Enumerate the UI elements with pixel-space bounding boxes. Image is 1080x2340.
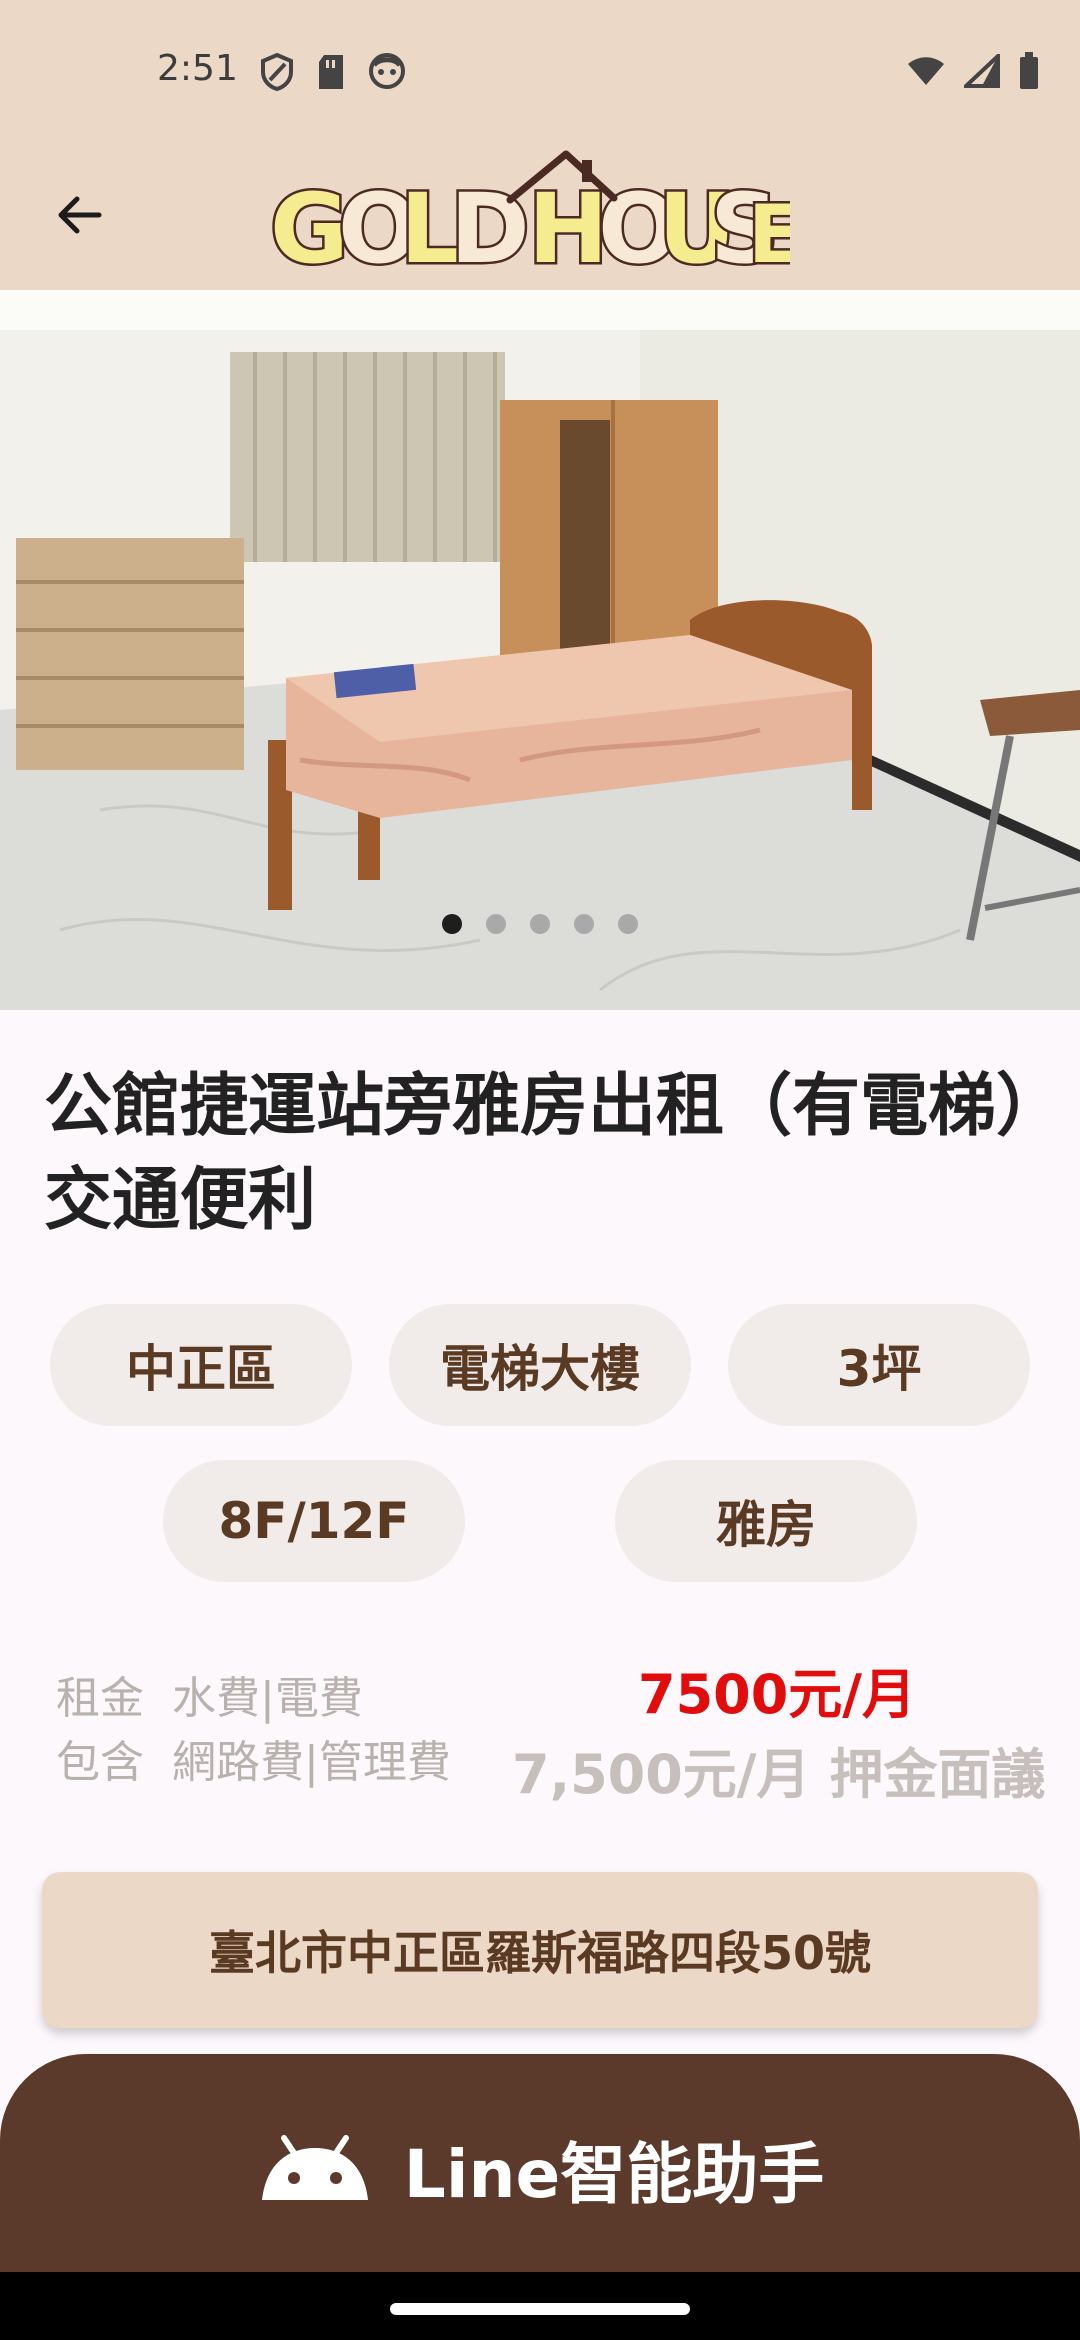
tag-room-type: 雅房 xyxy=(615,1460,917,1582)
app-header: 2:51 G O L D H O U S E xyxy=(0,0,1080,290)
listing-title: 公館捷運站旁雅房出租（有電梯）交通便利 xyxy=(44,1067,1031,1240)
carousel-dot[interactable] xyxy=(574,914,594,934)
svg-text:H: H xyxy=(528,173,608,280)
includes-fees: 網路費|管理費 xyxy=(172,1737,451,1788)
face-icon xyxy=(369,53,405,89)
svg-text:G: G xyxy=(270,173,349,280)
rent-label: 租金 xyxy=(56,1673,144,1724)
tag-size: 3坪 xyxy=(728,1304,1030,1426)
listing-photo-carousel[interactable] xyxy=(0,290,1080,1010)
sd-card-icon xyxy=(319,55,343,89)
tag-district: 中正區 xyxy=(50,1304,352,1426)
home-gesture-handle[interactable] xyxy=(390,2303,690,2315)
arrow-left-icon xyxy=(58,196,102,234)
android-icon xyxy=(261,2135,368,2200)
status-icons-right xyxy=(906,52,1040,90)
address-bar[interactable]: 臺北市中正區羅斯福路四段50號 xyxy=(42,1872,1038,2028)
svg-text:E: E xyxy=(748,188,790,280)
room-photo xyxy=(0,290,1080,1010)
carousel-dot[interactable] xyxy=(530,914,550,934)
line-assistant-label: Line智能助手 xyxy=(403,2136,825,2213)
carousel-dot[interactable] xyxy=(618,914,638,934)
carousel-indicators xyxy=(0,914,1080,934)
tag-building-type: 電梯大樓 xyxy=(389,1304,691,1426)
status-time: 2:51 xyxy=(157,48,238,89)
monthly-price: 7500元/月 xyxy=(638,1663,917,1726)
battery-icon xyxy=(1020,52,1038,89)
shield-icon xyxy=(261,52,293,92)
wifi-icon xyxy=(908,57,944,85)
includes-utilities: 水費|電費 xyxy=(172,1673,363,1724)
tag-floor: 8F/12F xyxy=(163,1460,465,1582)
svg-text:D: D xyxy=(450,173,530,280)
includes-label: 包含 xyxy=(56,1737,144,1788)
gold-house-logo: G O L D H O U S E xyxy=(270,150,790,280)
signal-icon xyxy=(964,54,1000,88)
line-assistant-button[interactable]: Line智能助手 xyxy=(0,2054,1080,2284)
status-icons-left xyxy=(260,52,406,92)
back-button[interactable] xyxy=(44,180,114,250)
carousel-dot[interactable] xyxy=(486,914,506,934)
carousel-dot[interactable] xyxy=(442,914,462,934)
price-detail: 7,500元/月 押金面議 xyxy=(512,1743,1046,1806)
